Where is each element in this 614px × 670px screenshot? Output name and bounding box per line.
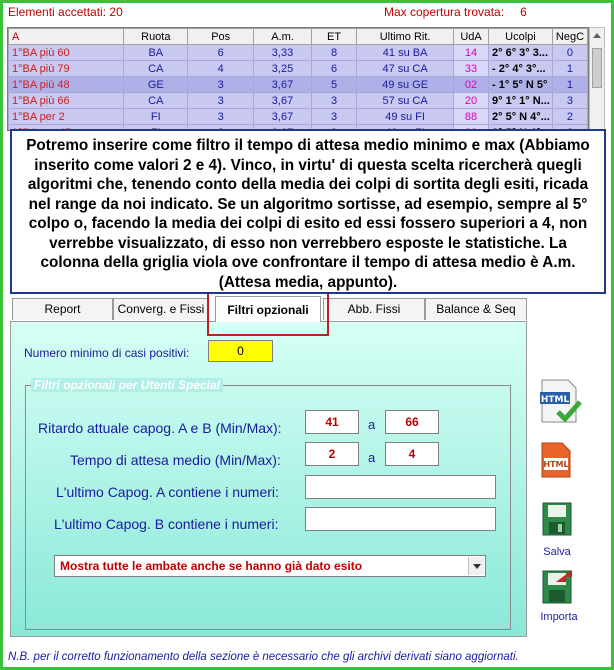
grid-column-header[interactable]: NegC	[551, 28, 588, 45]
grid-column-header[interactable]: ET	[310, 28, 358, 45]
svg-text:HTML: HTML	[543, 460, 568, 469]
table-cell: 3,67	[253, 76, 312, 93]
table-cell: 2	[551, 108, 588, 125]
html-check-icon[interactable]: HTML	[538, 378, 582, 424]
table-cell: 1	[551, 60, 588, 77]
table-cell: 1°BA più 60	[8, 44, 125, 61]
grid-column-header[interactable]: Ultimo Rit.	[356, 28, 455, 45]
min-cases-input[interactable]: 0	[208, 340, 273, 362]
chevron-down-icon[interactable]	[468, 557, 484, 575]
table-row[interactable]: 1°BA più 66 CA 3 3,67 3 57 su CA 20 9° 1° 1° N.…	[8, 92, 588, 109]
table-cell: 88	[453, 108, 490, 125]
table-cell: 33	[453, 60, 490, 77]
table-cell: 1°BA più 79	[8, 60, 125, 77]
tab-balance-seq[interactable]: Balance & Seq	[425, 298, 527, 320]
capog-a-label: L'ultimo Capog. A contiene i numeri:	[56, 484, 279, 500]
ritardo-label: Ritardo attuale capog. A e B (Min/Max):	[38, 420, 282, 436]
table-cell: 1°BA più 48	[8, 76, 125, 93]
table-cell: 3	[310, 92, 358, 109]
table-cell: 9° 1° 1° N...	[488, 92, 553, 109]
table-cell: CA	[123, 60, 189, 77]
table-cell: 2° 5° N 4°...	[488, 108, 553, 125]
capog-b-label: L'ultimo Capog. B contiene i numeri:	[54, 516, 279, 532]
table-cell: 2° 6° 3° 3...	[488, 44, 553, 61]
tab-abb-fissi[interactable]: Abb. Fissi	[323, 298, 425, 320]
show-ambate-select[interactable]: Mostra tutte le ambate anche se hanno gi…	[54, 555, 486, 577]
table-cell: - 1° 5° N 5°	[488, 76, 553, 93]
tempo-label: Tempo di attesa medio (Min/Max):	[70, 452, 281, 468]
table-cell: CA	[123, 92, 189, 109]
capog-a-input[interactable]	[305, 475, 496, 499]
table-cell: - 2° 4° 3°...	[488, 60, 553, 77]
table-cell: 47 su CA	[356, 60, 455, 77]
tab-report[interactable]: Report	[12, 298, 113, 320]
table-cell: 3,67	[253, 108, 312, 125]
tempo-max-input[interactable]: 4	[385, 442, 439, 466]
table-row[interactable]: 1°BA per 2 FI 3 3,67 3 49 su FI 88 2° 5° N 4°..…	[8, 108, 588, 125]
results-grid[interactable]: A Ruota Pos A.m. ET Ultimo Rit. UdA Ucolpi NegC …	[7, 27, 589, 131]
grid-header: A Ruota Pos A.m. ET Ultimo Rit. UdA Ucolpi NegC	[8, 28, 588, 45]
explanation-callout: Potremo inserire come filtro il tempo di…	[10, 129, 606, 294]
tempo-sep: a	[368, 450, 376, 465]
scroll-thumb[interactable]	[592, 48, 602, 88]
save-floppy-icon[interactable]	[542, 502, 572, 536]
capog-b-input[interactable]	[305, 507, 496, 531]
table-cell: 3	[187, 108, 255, 125]
table-cell: 3,67	[253, 92, 312, 109]
table-cell: 57 su CA	[356, 92, 455, 109]
salva-label[interactable]: Salva	[532, 546, 582, 558]
table-cell: 6	[310, 60, 358, 77]
table-row[interactable]: 1°BA più 79 CA 4 3,25 6 47 su CA 33- 2° 4° 3°.…	[8, 60, 588, 77]
min-cases-label: Numero minimo di casi positivi:	[24, 346, 190, 360]
table-cell: 3	[187, 92, 255, 109]
accepted-count: Elementi accettati: 20	[8, 5, 123, 19]
html-export-icon[interactable]: HTML	[540, 442, 572, 478]
table-cell: 3	[310, 108, 358, 125]
ritardo-max-input[interactable]: 66	[385, 410, 439, 434]
table-cell: 14	[453, 44, 490, 61]
table-cell: 3,25	[253, 60, 312, 77]
table-cell: 3	[551, 92, 588, 109]
svg-text:HTML: HTML	[541, 395, 570, 405]
table-cell: 4	[187, 60, 255, 77]
group-title: Filtri opzionali per Utenti Special	[31, 378, 224, 392]
footnote: N.B. per il corretto funzionamento della…	[8, 651, 519, 663]
table-cell: 41 su BA	[356, 44, 455, 61]
table-cell: BA	[123, 44, 189, 61]
ritardo-sep: a	[368, 417, 376, 432]
grid-column-header[interactable]: UdA	[453, 28, 490, 45]
ritardo-min-input[interactable]: 41	[305, 410, 359, 434]
table-cell: 1	[551, 76, 588, 93]
table-cell: 1°BA per 2	[8, 108, 125, 125]
importa-label[interactable]: Importa	[534, 611, 584, 623]
table-cell: 20	[453, 92, 490, 109]
scroll-up-icon[interactable]	[593, 33, 601, 38]
table-cell: FI	[123, 108, 189, 125]
table-cell: 49 su FI	[356, 108, 455, 125]
table-cell: 0	[551, 44, 588, 61]
grid-column-header[interactable]: Pos	[187, 28, 255, 45]
table-row[interactable]: 1°BA più 48 GE 3 3,67 5 49 su GE 02- 1° 5° N 5…	[8, 76, 588, 93]
grid-column-header[interactable]: Ruota	[123, 28, 189, 45]
max-coverage: Max copertura trovata: 6	[384, 5, 527, 19]
tab-converg-fissi[interactable]: Converg. e Fissi	[113, 298, 209, 320]
table-cell: 02	[453, 76, 490, 93]
grid-column-header[interactable]: Ucolpi	[488, 28, 553, 45]
grid-column-header[interactable]: A	[8, 28, 125, 45]
table-cell: 6	[187, 44, 255, 61]
import-floppy-icon[interactable]	[542, 568, 574, 604]
table-cell: 8	[310, 44, 358, 61]
table-row[interactable]: 1°BA più 60 BA 6 3,33 8 41 su BA 14 2° 6° 3° 3.…	[8, 44, 588, 61]
table-cell: 5	[310, 76, 358, 93]
tab-filtri-opzionali[interactable]: Filtri opzionali	[215, 296, 321, 322]
table-cell: 49 su GE	[356, 76, 455, 93]
table-cell: GE	[123, 76, 189, 93]
table-cell: 1°BA più 66	[8, 92, 125, 109]
grid-column-header[interactable]: A.m.	[253, 28, 312, 45]
tempo-min-input[interactable]: 2	[305, 442, 359, 466]
table-cell: 3	[187, 76, 255, 93]
table-cell: 3,33	[253, 44, 312, 61]
grid-scrollbar[interactable]	[589, 27, 605, 131]
